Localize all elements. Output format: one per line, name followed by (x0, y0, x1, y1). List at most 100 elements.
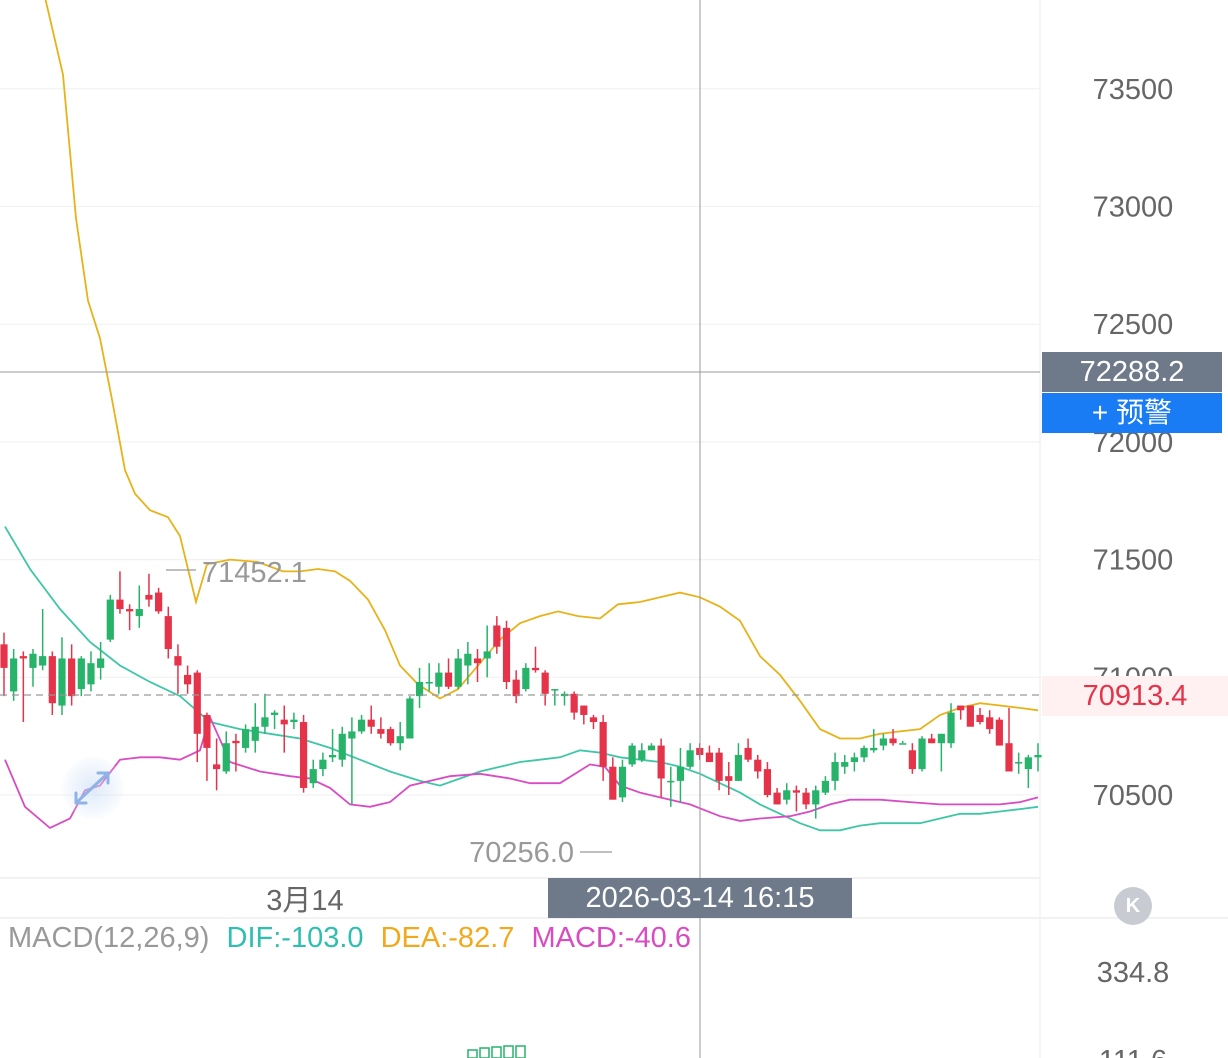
candle (48, 651, 56, 715)
y-tick-label: 73500 (1093, 74, 1174, 106)
x-axis-tick-label: 3月14 (266, 885, 343, 917)
candle (502, 620, 511, 690)
candle (522, 663, 530, 692)
candle (995, 717, 1003, 746)
candle (39, 609, 47, 671)
candle (415, 667, 424, 708)
candle (918, 736, 926, 772)
price-grid (0, 88, 1040, 796)
candle (106, 594, 114, 642)
candle (87, 651, 95, 692)
candle (773, 787, 781, 805)
boll-middle-line (4, 526, 1039, 832)
candle (928, 733, 936, 744)
candle (618, 759, 627, 803)
candle (232, 733, 240, 772)
candle (309, 759, 317, 788)
candle (686, 743, 694, 770)
candle (251, 703, 259, 753)
crosshair-price-label: 72288.2 (1042, 352, 1222, 392)
candle (261, 693, 269, 734)
candle (812, 785, 820, 819)
candle (589, 714, 598, 730)
candle (338, 726, 346, 767)
macd-dif-value: DIF:-103.0 (226, 922, 364, 954)
candle (860, 745, 868, 763)
y-tick-label: 72500 (1093, 309, 1174, 341)
candle (831, 752, 839, 791)
candle (870, 729, 878, 753)
candle (444, 658, 453, 690)
candle (1024, 754, 1032, 788)
price-alert-button[interactable]: + 预警 (1042, 393, 1222, 433)
candle (638, 743, 646, 763)
candle (319, 752, 327, 777)
candle (580, 705, 588, 725)
candle (367, 705, 375, 734)
candle (599, 714, 607, 781)
candle (1005, 707, 1013, 772)
macd-macd-value: MACD:-40.6 (531, 922, 691, 954)
candle (174, 644, 182, 694)
candle (783, 783, 791, 805)
candle (966, 705, 974, 727)
candle (512, 670, 520, 704)
candle (647, 743, 656, 751)
candle (493, 616, 501, 654)
candle (454, 649, 462, 690)
candle (792, 785, 801, 812)
candle (899, 740, 907, 745)
macd-axis-label: 334.8 (1097, 957, 1170, 989)
candle (628, 743, 636, 767)
candle (377, 717, 385, 739)
k-chart-icon[interactable]: K (1114, 887, 1152, 925)
macd-title: MACD(12,26,9) (8, 922, 210, 954)
candle (744, 738, 752, 763)
y-tick-label: 71500 (1093, 545, 1174, 577)
boll-upper-line (44, 0, 1039, 740)
low-annotation: 70256.0 (469, 837, 612, 869)
candle (821, 776, 830, 795)
candle (850, 752, 858, 772)
candle (212, 738, 221, 791)
candle (164, 606, 172, 659)
candle (77, 656, 85, 697)
candle (0, 632, 8, 697)
y-tick-label: 70500 (1093, 780, 1174, 812)
candle (705, 745, 714, 763)
candle (19, 651, 27, 723)
candle (754, 754, 762, 779)
expand-icon[interactable] (62, 757, 124, 819)
candle (135, 585, 143, 628)
macd-legend: MACD(12,26,9) DIF:-103.0 DEA:-82.7 MACD:… (8, 922, 700, 955)
low-annotation-label: 70256.0 (469, 837, 574, 869)
candle (676, 747, 685, 803)
candle (396, 722, 404, 751)
candle (280, 705, 288, 753)
candle (957, 705, 965, 720)
candle (976, 707, 984, 725)
candle (986, 710, 994, 734)
candle (68, 644, 76, 706)
candle (203, 712, 211, 781)
candle (29, 649, 37, 687)
candle (58, 637, 66, 715)
candle (570, 691, 578, 720)
candle (435, 663, 443, 694)
candle (290, 712, 298, 730)
high-annotation-label: 71452.1 (202, 557, 307, 589)
candle (908, 743, 916, 774)
boll-bands (4, 0, 1039, 832)
candle (155, 587, 163, 614)
candle (879, 733, 887, 751)
candle (937, 733, 945, 772)
candle (10, 649, 18, 701)
candle (299, 714, 308, 793)
candle (841, 754, 849, 774)
macd-axis-label-partial: 111.6 (1099, 1045, 1167, 1058)
candle (116, 571, 124, 614)
candle (657, 738, 665, 798)
candle (406, 696, 414, 739)
candle (531, 646, 540, 673)
candle (541, 670, 549, 706)
